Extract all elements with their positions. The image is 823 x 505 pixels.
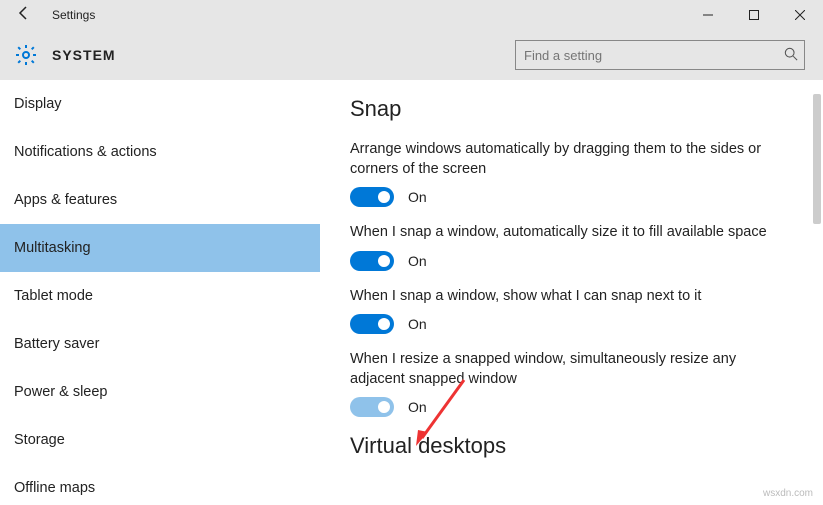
sidebar-item-label: Offline maps (14, 480, 95, 496)
sidebar-item-notifications[interactable]: Notifications & actions (0, 128, 320, 176)
window-title: Settings (48, 8, 95, 22)
sidebar-item-label: Tablet mode (14, 288, 93, 304)
toggle-state: On (408, 189, 427, 205)
sidebar-item-label: Notifications & actions (14, 144, 157, 160)
minimize-button[interactable] (685, 0, 731, 30)
toggle-state: On (408, 399, 427, 415)
setting-description: When I snap a window, automatically size… (350, 223, 780, 243)
scrollbar-thumb[interactable] (813, 94, 821, 224)
watermark: wsxdn.com (763, 488, 813, 499)
sidebar-item-multitasking[interactable]: Multitasking (0, 224, 320, 272)
content-pane: Snap Arrange windows automatically by dr… (320, 80, 823, 505)
sidebar-item-tablet-mode[interactable]: Tablet mode (0, 272, 320, 320)
setting-description: When I resize a snapped window, simultan… (350, 350, 780, 389)
gear-icon (14, 43, 38, 67)
toggle-switch[interactable] (350, 314, 394, 334)
sidebar-item-label: Storage (14, 432, 65, 448)
sidebar-item-label: Power & sleep (14, 384, 108, 400)
toggle-state: On (408, 253, 427, 269)
toggle-switch[interactable] (350, 187, 394, 207)
search-box[interactable] (515, 40, 805, 70)
section-title-virtual-desktops: Virtual desktops (350, 433, 793, 459)
maximize-button[interactable] (731, 0, 777, 30)
sidebar-item-storage[interactable]: Storage (0, 416, 320, 464)
setting-auto-size: When I snap a window, automatically size… (350, 223, 793, 271)
toggle-switch[interactable] (350, 251, 394, 271)
search-icon[interactable] (778, 47, 804, 64)
sidebar-item-label: Display (14, 96, 62, 112)
setting-show-next: When I snap a window, show what I can sn… (350, 287, 793, 335)
title-bar: Settings (0, 0, 823, 30)
setting-resize-adjacent: When I resize a snapped window, simultan… (350, 350, 793, 417)
scrollbar[interactable] (809, 80, 823, 505)
toggle-state: On (408, 316, 427, 332)
sidebar-item-power-sleep[interactable]: Power & sleep (0, 368, 320, 416)
page-title: SYSTEM (52, 47, 116, 63)
setting-arrange-windows: Arrange windows automatically by draggin… (350, 140, 793, 207)
back-button[interactable] (0, 0, 48, 30)
search-input[interactable] (516, 48, 778, 63)
sidebar-item-battery-saver[interactable]: Battery saver (0, 320, 320, 368)
sidebar-item-display[interactable]: Display (0, 80, 320, 128)
section-title-snap: Snap (350, 96, 793, 122)
sidebar: Display Notifications & actions Apps & f… (0, 80, 320, 505)
setting-description: Arrange windows automatically by draggin… (350, 140, 780, 179)
close-button[interactable] (777, 0, 823, 30)
sidebar-item-offline-maps[interactable]: Offline maps (0, 464, 320, 505)
sidebar-item-label: Multitasking (14, 240, 91, 256)
header: SYSTEM (0, 30, 823, 80)
sidebar-item-label: Battery saver (14, 336, 99, 352)
sidebar-item-label: Apps & features (14, 192, 117, 208)
setting-description: When I snap a window, show what I can sn… (350, 287, 780, 307)
toggle-switch[interactable] (350, 397, 394, 417)
sidebar-item-apps[interactable]: Apps & features (0, 176, 320, 224)
